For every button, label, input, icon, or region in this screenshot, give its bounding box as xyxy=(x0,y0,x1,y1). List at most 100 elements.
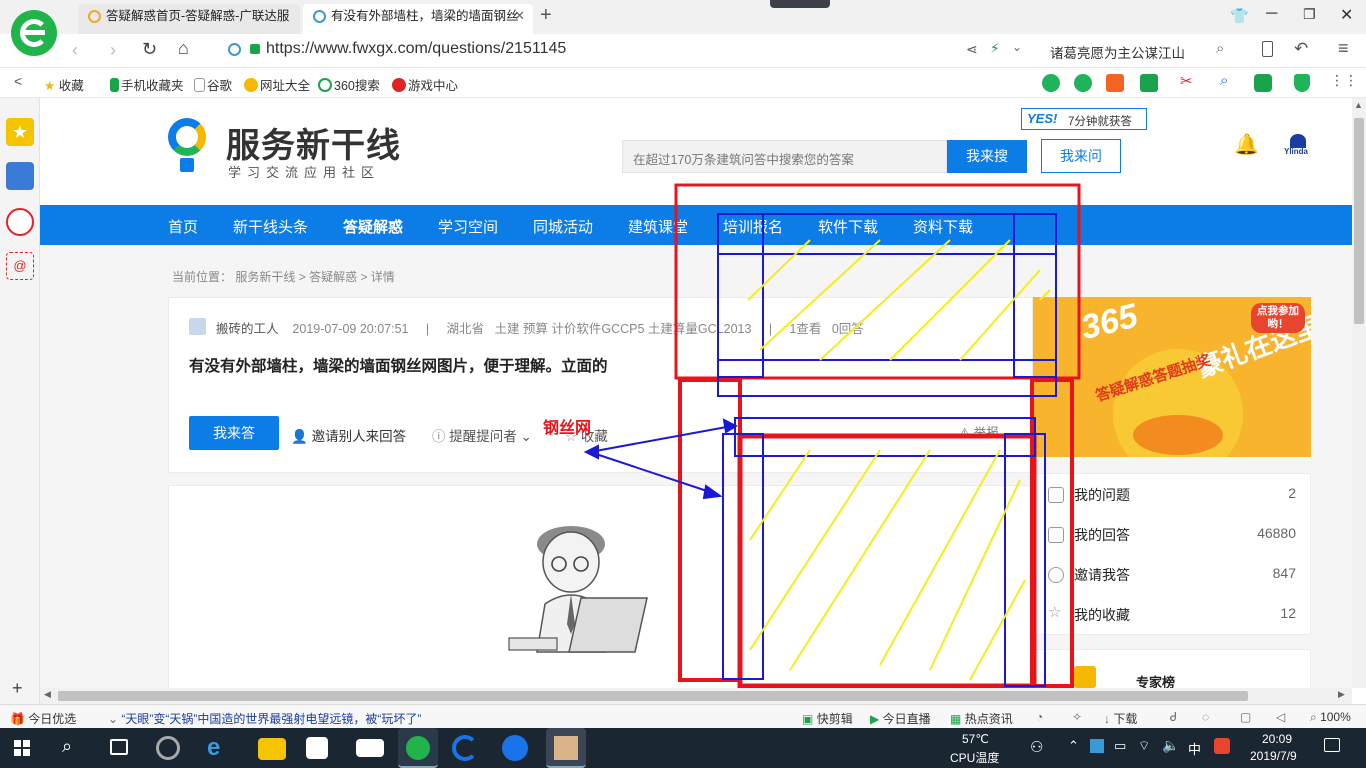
bell-icon[interactable]: 🔔 xyxy=(1234,132,1259,157)
taskbar-explorer-icon[interactable] xyxy=(258,738,286,760)
site-search-input[interactable]: 在超过170万条建筑问答中搜索您的答案 xyxy=(622,140,947,173)
weibo-icon[interactable] xyxy=(6,208,34,236)
brand-logo-icon[interactable]: Ylinda xyxy=(1284,134,1312,156)
ext-scissors-icon[interactable]: ✂ xyxy=(1180,72,1193,90)
breadcrumb-home[interactable]: 服务新干线 xyxy=(235,270,295,284)
mail-icon[interactable]: @ xyxy=(6,252,34,280)
status-browser-icon[interactable]: ◌ xyxy=(1202,710,1209,724)
skin-icon[interactable]: 👕 xyxy=(1230,7,1249,25)
bookmark-mobile[interactable]: 手机收藏夹 xyxy=(110,75,184,94)
stat-my-questions[interactable]: 我的问题 2 xyxy=(1046,485,1310,515)
site-search-button[interactable]: 我来搜 xyxy=(947,140,1027,173)
ime-indicator[interactable]: 中 xyxy=(1188,739,1201,758)
volume-icon[interactable]: 🔈 xyxy=(1162,737,1179,754)
search-icon[interactable]: ⌕ xyxy=(1216,40,1224,57)
breadcrumb-qa[interactable]: 答疑解惑 xyxy=(309,270,357,284)
people-icon[interactable]: ⚇ xyxy=(1030,738,1043,756)
ext-shield-icon[interactable] xyxy=(1294,74,1310,92)
taskbar-edge-icon[interactable]: e xyxy=(207,734,235,762)
stat-invites[interactable]: 邀请我答 847 xyxy=(1046,565,1310,595)
promo-banner[interactable]: 365 豪礼在这里 答疑解惑答题抽奖 点我参加哟！ xyxy=(1033,297,1311,457)
ext-game-icon[interactable] xyxy=(1254,74,1272,92)
status-live[interactable]: ▶ 今日直播 xyxy=(870,710,931,727)
scroll-left-icon[interactable]: ◀ xyxy=(44,689,51,700)
stat-collections[interactable]: ☆ 我的收藏 12 xyxy=(1046,604,1310,635)
status-download[interactable]: ↓ 下载 xyxy=(1104,710,1137,727)
horizontal-scrollbar[interactable]: ◀ ▶ xyxy=(40,688,1352,704)
scroll-up-icon[interactable]: ▲ xyxy=(1354,100,1363,110)
remind-button[interactable]: ⓘ 提醒提问者 ⌄ xyxy=(432,425,532,445)
back-icon[interactable]: ‹ xyxy=(72,40,78,61)
report-button[interactable]: ⚠ 举报 xyxy=(959,422,999,441)
windows-start-icon[interactable] xyxy=(14,740,30,756)
zoom-level[interactable]: ⌕ 100% xyxy=(1310,710,1351,725)
nav-classroom[interactable]: 建筑课堂 xyxy=(628,216,688,237)
nav-events[interactable]: 同城活动 xyxy=(533,216,593,237)
chevron-down-icon[interactable]: ⌄ xyxy=(1012,40,1022,54)
status-ie-icon[interactable]: Ꮷ xyxy=(1170,710,1177,725)
clock-time[interactable]: 20:09 xyxy=(1262,732,1292,746)
notification-icon[interactable] xyxy=(1324,738,1340,752)
home-icon[interactable]: ⌂ xyxy=(178,38,189,59)
minimize-button[interactable]: ─ xyxy=(1266,5,1277,23)
status-window-icon[interactable]: ▢ xyxy=(1240,710,1251,724)
bookmark-360[interactable]: 360搜索 xyxy=(318,75,380,94)
reader-icon[interactable] xyxy=(6,162,34,190)
tab-overview-handle[interactable] xyxy=(770,0,830,8)
status-sound-icon[interactable]: ◁ xyxy=(1276,710,1285,724)
cpu-temperature[interactable]: 57℃ xyxy=(962,732,989,746)
collapse-sidebar-icon[interactable]: < xyxy=(14,73,22,89)
vertical-scrollbar[interactable]: ▲ xyxy=(1352,98,1366,688)
ext-wechat-icon[interactable] xyxy=(1042,74,1060,92)
taskbar-app-chrome-icon[interactable] xyxy=(156,736,180,760)
sogou-ime-icon[interactable] xyxy=(1214,738,1230,754)
status-tools-icon[interactable]: ✧ xyxy=(1072,710,1082,724)
author-avatar[interactable] xyxy=(189,318,206,335)
maximize-button[interactable]: ❐ xyxy=(1303,6,1316,23)
horizontal-scroll-thumb[interactable] xyxy=(58,691,1248,701)
question-tags[interactable]: 土建 预算 计价软件GCCP5 土建算量GCL2013 xyxy=(494,322,751,336)
browser-logo-icon[interactable] xyxy=(11,10,57,56)
ext-search-icon[interactable]: ⌕ xyxy=(1220,72,1228,89)
url-field[interactable]: https://www.fwxgx.com/questions/2151145 xyxy=(266,40,566,58)
taskbar-360browser-icon[interactable] xyxy=(398,728,438,768)
author-name[interactable]: 搬砖的工人 xyxy=(216,322,279,336)
clock-date[interactable]: 2019/7/9 xyxy=(1250,749,1297,763)
close-window-button[interactable]: ✕ xyxy=(1340,5,1353,25)
tab-2[interactable]: 有没有外部墙柱，墙梁的墙面钢丝 ✕ xyxy=(303,4,533,34)
nav-qa[interactable]: 答疑解惑 xyxy=(343,216,403,237)
taskbar-paint-icon[interactable] xyxy=(546,728,586,768)
undo-icon[interactable]: ↶ xyxy=(1294,39,1308,59)
news-ticker[interactable]: ⌄ “天眼”变“天锅”中国造的世界最强射电望远镜，被“玩坏了” xyxy=(108,710,421,727)
tray-app-icon[interactable] xyxy=(1090,739,1104,753)
taskbar-store-icon[interactable] xyxy=(306,737,328,759)
bookmark-google[interactable]: 谷歌 xyxy=(194,75,232,94)
site-logo-icon[interactable] xyxy=(168,116,214,176)
nav-software[interactable]: 软件下载 xyxy=(818,216,878,237)
answer-button[interactable]: 我来答 xyxy=(189,416,279,450)
taskbar-sogou-icon[interactable] xyxy=(502,735,528,761)
wifi-icon[interactable]: ⌔ xyxy=(1138,738,1150,754)
new-tab-button[interactable]: + xyxy=(540,4,552,27)
tab-1[interactable]: 答疑解惑首页-答疑解惑-广联达服 xyxy=(78,4,300,34)
share-icon[interactable]: ⋖ xyxy=(966,41,978,58)
nav-training[interactable]: 培训报名 xyxy=(723,216,783,237)
status-news[interactable]: ▦ 热点资讯 xyxy=(950,710,1013,727)
search-engine-input[interactable]: 诸葛亮愿为主公谋江山 xyxy=(1050,42,1185,62)
bookmark-games[interactable]: 游戏中心 xyxy=(392,75,458,94)
menu-icon[interactable]: ≡ xyxy=(1338,38,1349,59)
nav-resources[interactable]: 资料下载 xyxy=(913,216,973,237)
reload-icon[interactable]: ↻ xyxy=(142,39,157,60)
tray-device-icon[interactable]: ▭ xyxy=(1114,738,1126,754)
forward-icon[interactable]: › xyxy=(110,40,116,61)
ext-assist-icon[interactable] xyxy=(1074,74,1092,92)
nav-learning[interactable]: 学习空间 xyxy=(438,216,498,237)
bookmark-sites[interactable]: 网址大全 xyxy=(244,75,310,94)
vertical-scroll-thumb[interactable] xyxy=(1354,118,1364,324)
status-clip[interactable]: ▣ 快剪辑 xyxy=(802,710,853,727)
stat-my-answers[interactable]: 我的回答 46880 xyxy=(1046,525,1310,555)
ext-translate-icon[interactable] xyxy=(1140,74,1158,92)
taskbar-glodon-icon[interactable] xyxy=(452,735,478,761)
nav-home[interactable]: 首页 xyxy=(168,216,198,237)
taskbar-mail-icon[interactable] xyxy=(356,739,384,757)
